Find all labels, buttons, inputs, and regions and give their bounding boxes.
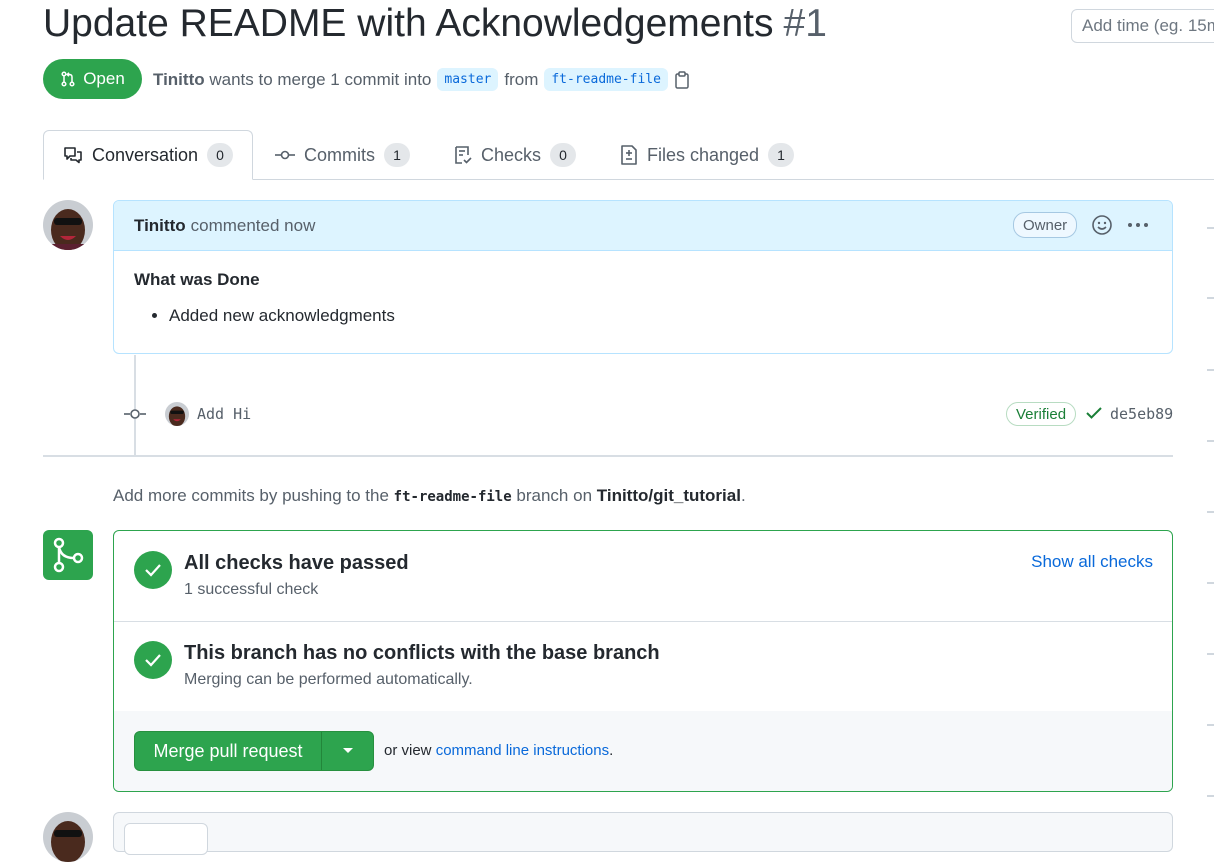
git-merge-icon — [53, 537, 84, 573]
checks-subtitle: 1 successful check — [184, 581, 319, 598]
no-conflicts-badge — [134, 641, 172, 679]
tab-commits[interactable]: Commits 1 — [275, 130, 410, 180]
comment-card: Tinitto commented now Owner What was Don… — [113, 200, 1173, 354]
sidebar-edge — [1207, 795, 1214, 797]
tab-counter: 0 — [207, 143, 234, 167]
avatar-image — [43, 200, 93, 250]
verified-badge[interactable]: Verified — [1006, 402, 1077, 426]
conflicts-section: This branch has no conflicts with the ba… — [114, 621, 1172, 712]
check-icon — [145, 654, 161, 667]
pr-author-link[interactable]: Tinitto — [153, 70, 205, 90]
commit-sha-link[interactable]: de5eb89 — [1110, 405, 1173, 423]
conflicts-title: This branch has no conflicts with the ba… — [184, 642, 660, 664]
hint-suffix: . — [740, 486, 746, 505]
timeline-divider — [43, 455, 1173, 457]
copy-icon[interactable] — [674, 70, 690, 89]
tab-label: Checks — [481, 144, 542, 165]
tab-checks[interactable]: Checks 0 — [454, 130, 577, 180]
avatar-image — [43, 812, 93, 862]
or-view-text: or view — [384, 742, 432, 759]
hint-repo: Tinitto/git_tutorial — [596, 486, 741, 505]
command-line-instructions-link[interactable]: command line instructions — [436, 742, 609, 759]
sidebar-edge — [1207, 297, 1214, 299]
comment-heading: What was Done — [134, 270, 260, 289]
sidebar-edge — [1207, 369, 1214, 371]
pr-state-badge: Open — [43, 59, 142, 99]
sidebar-edge — [1207, 440, 1214, 442]
check-icon — [1086, 407, 1102, 419]
merge-method-dropdown[interactable] — [322, 732, 373, 770]
comment-header: Tinitto commented now Owner — [114, 201, 1172, 251]
avatar[interactable] — [43, 200, 93, 250]
owner-badge: Owner — [1013, 212, 1078, 238]
checks-passed-badge — [134, 551, 172, 589]
pr-title-text: Update README with Acknowledgements — [43, 2, 774, 45]
commit-message-link[interactable]: Add Hi — [197, 405, 251, 423]
comment-action[interactable]: commented now — [191, 216, 316, 236]
sidebar-edge — [1207, 653, 1214, 655]
tab-files-changed[interactable]: Files changed 1 — [620, 130, 795, 180]
sidebar-edge — [1207, 582, 1214, 584]
commit-author-avatar[interactable] — [165, 402, 189, 426]
checks-title: All checks have passed — [184, 552, 409, 574]
file-diff-icon — [621, 145, 637, 165]
triangle-down-icon — [342, 748, 353, 753]
comment-body: What was Done Added new acknowledgments — [114, 270, 1172, 326]
sidebar-edge — [1207, 227, 1214, 229]
timeline-line — [134, 355, 136, 455]
avatar-image — [165, 402, 189, 426]
git-commit-icon — [275, 150, 295, 160]
tab-counter: 1 — [384, 143, 410, 167]
write-tab[interactable] — [124, 823, 208, 855]
conflicts-subtitle: Merging can be performed automatically. — [184, 671, 473, 688]
merge-status-icon — [43, 530, 93, 580]
time-tracking-input[interactable] — [1071, 9, 1214, 43]
git-commit-icon — [124, 409, 146, 419]
pr-merge-text: wants to merge 1 commit into — [209, 69, 432, 89]
pr-from-text: from — [504, 69, 539, 89]
tab-label: Conversation — [91, 144, 199, 165]
comment-author[interactable]: Tinitto — [134, 216, 186, 236]
cli-period: . — [609, 742, 614, 759]
merge-action-section: Merge pull request or view command line … — [114, 711, 1172, 791]
push-hint: Add more commits by pushing to the ft-re… — [113, 486, 746, 506]
tab-counter: 0 — [550, 143, 577, 167]
merge-button-group: Merge pull request — [134, 731, 374, 771]
new-comment-box — [113, 812, 1173, 855]
check-icon — [145, 564, 161, 577]
tab-label: Commits — [304, 144, 375, 165]
hint-middle: branch on — [516, 486, 593, 505]
base-branch-badge[interactable]: master — [437, 68, 499, 91]
hint-prefix: Add more commits by pushing to the — [113, 486, 389, 505]
sidebar-edge — [1207, 511, 1214, 513]
checks-section: All checks have passed 1 successful chec… — [114, 531, 1172, 622]
pr-state-label: Open — [83, 69, 125, 88]
hint-branch: ft-readme-file — [393, 489, 512, 505]
pr-title: Update README with Acknowledgements #1 — [43, 2, 827, 46]
checklist-icon — [455, 146, 472, 164]
merge-pull-request-button[interactable]: Merge pull request — [135, 732, 322, 770]
tab-label: Files changed — [647, 144, 760, 165]
head-branch-badge[interactable]: ft-readme-file — [544, 68, 668, 91]
tab-conversation[interactable]: Conversation 0 — [43, 130, 253, 180]
avatar[interactable] — [43, 812, 93, 862]
comment-discussion-icon — [64, 147, 82, 164]
show-all-checks-link[interactable]: Show all checks — [1031, 552, 1153, 572]
pr-meta: Tinitto wants to merge 1 commit into mas… — [153, 68, 690, 91]
list-item: Added new acknowledgments — [169, 306, 1172, 326]
comment-list: Added new acknowledgments — [114, 306, 1172, 326]
merge-box: All checks have passed 1 successful chec… — [113, 530, 1173, 792]
tab-counter: 1 — [768, 143, 795, 167]
sidebar-edge — [1207, 724, 1214, 726]
pr-number: #1 — [783, 2, 827, 45]
cli-hint: or view command line instructions. — [384, 742, 613, 759]
smiley-icon[interactable] — [1091, 214, 1113, 236]
kebab-horizontal-icon[interactable] — [1127, 222, 1149, 228]
git-pull-request-icon — [61, 71, 75, 87]
